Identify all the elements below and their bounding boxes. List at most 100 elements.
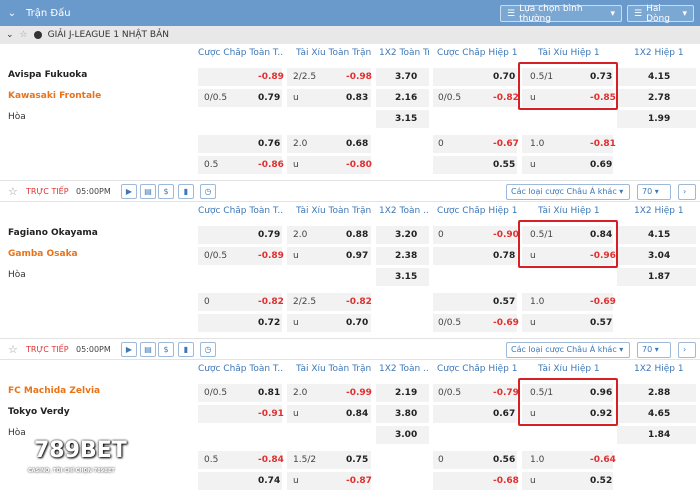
odds-price[interactable]: 0.76: [258, 139, 280, 149]
odds-price[interactable]: 0.88: [346, 230, 368, 240]
market-type-select[interactable]: Các loại cược Châu Á khác ▾: [506, 342, 630, 358]
odds-line: 1.0: [530, 139, 545, 149]
odds-price[interactable]: 2.19: [395, 388, 417, 398]
chevron-down-icon: ▾: [682, 8, 687, 19]
market-header-label: Tài Xỉu Toàn Trận: [296, 48, 372, 58]
match-time: 05:00PM: [76, 345, 111, 354]
odds-price[interactable]: 1.99: [648, 114, 670, 124]
odds-price[interactable]: 3.80: [395, 409, 417, 419]
odds-price[interactable]: 4.65: [648, 409, 670, 419]
odds-price[interactable]: 0.56: [493, 455, 515, 465]
coin-icon[interactable]: $: [158, 342, 174, 357]
odds-price[interactable]: 2.16: [395, 93, 417, 103]
odds-price[interactable]: 3.04: [648, 251, 670, 261]
stats-icon[interactable]: ▤: [140, 184, 156, 199]
sort-select[interactable]: ☰ Lựa chọn bình thường ▾: [500, 4, 622, 24]
league-bar[interactable]: ⌄ ☆ GIẢI J-LEAGUE 1 NHẬT BẢN: [0, 26, 700, 44]
chart-icon[interactable]: ▮: [178, 184, 194, 199]
odds-price[interactable]: -0.79: [493, 388, 519, 398]
odds-price[interactable]: -0.82: [258, 297, 284, 307]
odds-price[interactable]: -0.64: [590, 455, 616, 465]
odds-price[interactable]: 3.15: [395, 272, 417, 282]
odds-price[interactable]: 0.79: [258, 93, 280, 103]
odds-price[interactable]: -0.89: [258, 72, 284, 82]
odds-price[interactable]: -0.82: [346, 297, 372, 307]
stats-icon[interactable]: ▤: [140, 342, 156, 357]
play-icon[interactable]: ▶: [121, 184, 137, 199]
odds-price[interactable]: 3.70: [395, 72, 417, 82]
odds-price[interactable]: -0.68: [493, 476, 519, 486]
collapse-chevron-icon[interactable]: ⌄: [4, 8, 20, 19]
odds-price[interactable]: -0.86: [258, 160, 284, 170]
odds-price[interactable]: 0.78: [493, 251, 515, 261]
odds-view-select[interactable]: ☰ Hai Dòng ▾: [627, 4, 694, 24]
odds-price[interactable]: -0.81: [590, 139, 616, 149]
odds-line: u: [293, 409, 299, 419]
team-home: FC Machida Zelvia: [8, 386, 101, 396]
odds-price[interactable]: 0.68: [346, 139, 368, 149]
odds-price[interactable]: 4.15: [648, 230, 670, 240]
market-header-label: Tài Xỉu Hiệp 1: [538, 364, 600, 374]
odds-price[interactable]: 0.67: [493, 409, 515, 419]
odds-price[interactable]: 0.72: [258, 318, 280, 328]
market-type-select[interactable]: Các loại cược Châu Á khác ▾: [506, 184, 630, 200]
odds-price[interactable]: -0.91: [258, 409, 284, 419]
odds-price[interactable]: 3.15: [395, 114, 417, 124]
clock-icon[interactable]: ◷: [200, 184, 216, 199]
odds-price[interactable]: -0.80: [346, 160, 372, 170]
collapse-chevron-icon[interactable]: ⌄: [6, 30, 14, 40]
market-type-label: Các loại cược Châu Á khác: [511, 187, 617, 196]
odds-price[interactable]: 4.15: [648, 72, 670, 82]
odds-price[interactable]: -0.87: [346, 476, 372, 486]
more-button[interactable]: ›: [678, 184, 696, 200]
odds-price[interactable]: 0.75: [346, 455, 368, 465]
odds-price[interactable]: -0.98: [346, 72, 372, 82]
favorite-star-icon[interactable]: ☆: [8, 343, 18, 356]
odds-price[interactable]: 0.70: [493, 72, 515, 82]
league-name: GIẢI J-LEAGUE 1 NHẬT BẢN: [47, 30, 169, 40]
brand-logo-text: 789BET: [34, 438, 127, 463]
favorite-star-icon[interactable]: ☆: [8, 185, 18, 198]
odds-price[interactable]: -0.90: [493, 230, 519, 240]
odds-price[interactable]: 0.83: [346, 93, 368, 103]
odds-price[interactable]: 0.79: [258, 230, 280, 240]
team-away: Gamba Osaka: [8, 249, 78, 259]
odds-price[interactable]: 0.69: [590, 160, 612, 170]
odds-price[interactable]: 0.97: [346, 251, 368, 261]
odds-price[interactable]: 2.38: [395, 251, 417, 261]
market-header-label: 1X2 Hiệp 1: [634, 48, 684, 58]
odds-price[interactable]: -0.99: [346, 388, 372, 398]
odds-price[interactable]: 0.74: [258, 476, 280, 486]
odds-price[interactable]: 0.57: [590, 318, 612, 328]
odds-price[interactable]: -0.89: [258, 251, 284, 261]
odds-price[interactable]: -0.69: [493, 318, 519, 328]
odds-price[interactable]: 0.55: [493, 160, 515, 170]
odds-price[interactable]: -0.69: [590, 297, 616, 307]
odds-price[interactable]: -0.84: [258, 455, 284, 465]
more-button[interactable]: ›: [678, 342, 696, 358]
odds-price[interactable]: 0.52: [590, 476, 612, 486]
count-select[interactable]: 70 ▾: [637, 184, 671, 200]
odds-price[interactable]: 0.70: [346, 318, 368, 328]
odds-line: 0/0.5: [204, 93, 228, 103]
market-header: Cược Chấp Toàn T... Tài Xỉu Toàn Trận 1X2 …: [0, 44, 700, 62]
clock-icon[interactable]: ◷: [200, 342, 216, 357]
count-select[interactable]: 70 ▾: [637, 342, 671, 358]
coin-icon[interactable]: $: [158, 184, 174, 199]
market-header-label: 1X2 Toàn Trận: [379, 48, 429, 58]
odds-price[interactable]: 1.84: [648, 430, 670, 440]
odds-price[interactable]: -0.82: [493, 93, 519, 103]
odds-price[interactable]: 0.81: [258, 388, 280, 398]
odds-price[interactable]: 0.84: [346, 409, 368, 419]
highlight-box: [518, 62, 618, 110]
odds-price[interactable]: 2.88: [648, 388, 670, 398]
odds-price[interactable]: 0.57: [493, 297, 515, 307]
odds-price[interactable]: 3.00: [395, 430, 417, 440]
odds-price[interactable]: 1.87: [648, 272, 670, 282]
odds-price[interactable]: 2.78: [648, 93, 670, 103]
play-icon[interactable]: ▶: [121, 342, 137, 357]
odds-price[interactable]: -0.67: [493, 139, 519, 149]
chart-icon[interactable]: ▮: [178, 342, 194, 357]
favorite-star-icon[interactable]: ☆: [20, 30, 28, 40]
odds-price[interactable]: 3.20: [395, 230, 417, 240]
